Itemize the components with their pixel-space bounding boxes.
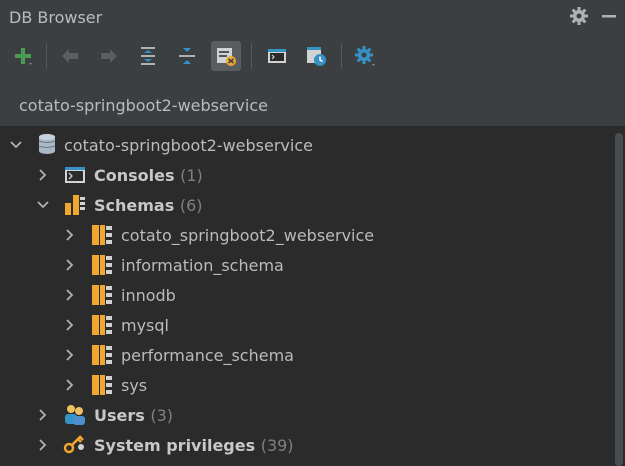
- chevron-right-icon[interactable]: [64, 349, 76, 361]
- chevron-right-icon[interactable]: [37, 409, 49, 421]
- chevron-right-icon[interactable]: [64, 259, 76, 271]
- minimize-icon: [602, 15, 616, 18]
- users-count: (3): [150, 406, 174, 425]
- key-icon: [63, 435, 84, 454]
- schemas-count: (6): [179, 196, 203, 215]
- title-actions: [567, 4, 621, 28]
- collapse-all-icon: [179, 48, 195, 64]
- chevron-right-icon[interactable]: [37, 439, 49, 451]
- console-icon: [65, 167, 85, 183]
- chevron-right-icon[interactable]: [37, 169, 49, 181]
- users-text: Users: [94, 406, 145, 425]
- schema-label: cotato_springboot2_webservice: [121, 226, 375, 245]
- connection-name: cotato-springboot2-webservice: [19, 96, 268, 115]
- vertical-scrollbar[interactable]: [615, 133, 623, 466]
- schemas-text: Schemas: [94, 196, 175, 215]
- toolbar-separator: [251, 43, 252, 69]
- forward-button[interactable]: [94, 41, 124, 71]
- arrow-left-icon: [62, 49, 78, 63]
- window-title: DB Browser: [9, 7, 103, 27]
- consoles-label: Consoles (1): [94, 166, 203, 185]
- settings-button[interactable]: [567, 4, 591, 28]
- connection-header: cotato-springboot2-webservice: [0, 80, 625, 127]
- expand-all-icon: [141, 47, 155, 65]
- root-label: cotato-springboot2-webservice: [64, 136, 313, 155]
- console-icon: [268, 49, 286, 63]
- consoles-text: Consoles: [94, 166, 175, 185]
- schema-icon: [92, 285, 112, 305]
- settings-menu-button[interactable]: [350, 41, 380, 71]
- schema-label: performance_schema: [121, 346, 294, 365]
- expand-all-button[interactable]: [133, 41, 163, 71]
- filter-icon: [217, 48, 236, 66]
- privileges-text: System privileges: [94, 436, 256, 455]
- minimize-button[interactable]: [597, 4, 621, 28]
- users-label: Users (3): [94, 406, 173, 425]
- arrow-right-icon: [101, 49, 117, 63]
- toolbar-separator: [46, 43, 47, 69]
- collapse-all-button[interactable]: [172, 41, 202, 71]
- plus-icon: [15, 48, 32, 65]
- schemas-label: Schemas (6): [94, 196, 203, 215]
- history-button[interactable]: [301, 41, 331, 71]
- back-button[interactable]: [55, 41, 85, 71]
- schema-icon: [92, 315, 112, 335]
- privileges-label: System privileges (39): [94, 436, 294, 455]
- schema-label: information_schema: [121, 256, 284, 275]
- consoles-count: (1): [180, 166, 203, 185]
- schema-label: innodb: [121, 286, 176, 305]
- schema-icon: [92, 375, 112, 395]
- toolbar-separator: [341, 43, 342, 69]
- schema-icon: [92, 225, 112, 245]
- chevron-right-icon[interactable]: [64, 319, 76, 331]
- schemas-icon: [65, 195, 85, 215]
- history-icon: [307, 47, 326, 66]
- chevron-down-icon[interactable]: [37, 199, 49, 211]
- schema-icon: [92, 255, 112, 275]
- users-icon: [65, 405, 85, 425]
- title-bar: DB Browser: [0, 0, 625, 34]
- filter-button[interactable]: [211, 41, 241, 71]
- database-icon: [38, 134, 56, 154]
- gear-icon: [355, 46, 375, 66]
- schema-label: sys: [121, 376, 148, 395]
- toolbar: [0, 34, 625, 81]
- schema-label: mysql: [121, 316, 169, 335]
- open-console-button[interactable]: [262, 41, 292, 71]
- chevron-down-icon[interactable]: [10, 139, 22, 151]
- schema-icon: [92, 345, 112, 365]
- chevron-right-icon[interactable]: [64, 229, 76, 241]
- gear-icon: [570, 7, 588, 25]
- add-connection-button[interactable]: [8, 41, 38, 71]
- privileges-count: (39): [260, 436, 294, 455]
- chevron-right-icon[interactable]: [64, 289, 76, 301]
- chevron-right-icon[interactable]: [64, 379, 76, 391]
